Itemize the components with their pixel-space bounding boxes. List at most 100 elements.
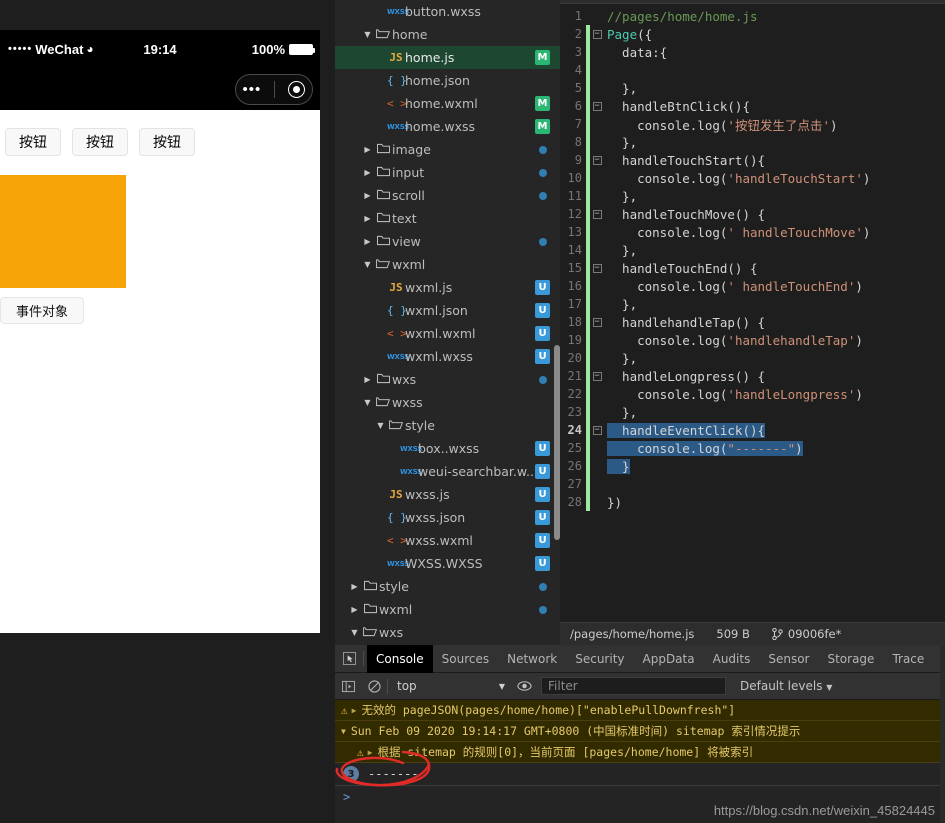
log-levels-select[interactable]: Default levels ▼ <box>740 679 832 693</box>
fold-toggle-icon[interactable]: − <box>590 425 604 435</box>
chevron-right-icon[interactable]: ▶ <box>361 375 374 384</box>
tab-sensor[interactable]: Sensor <box>759 645 818 673</box>
code-line[interactable]: 13 console.log(' handleTouchMove') <box>560 223 945 241</box>
ellipsis-icon[interactable]: ••• <box>243 82 262 97</box>
chevron-down-icon[interactable]: ▼ <box>361 30 374 39</box>
chevron-right-icon[interactable]: ▶ <box>361 145 374 154</box>
capsule-menu[interactable]: ••• <box>235 74 313 105</box>
expand-closed-icon[interactable]: ▶ <box>352 706 357 715</box>
tree-item-wxml-wxml[interactable]: < > wxml.wxml U <box>335 322 560 345</box>
tree-item-weui-searchbar-w-[interactable]: WXSS weui-searchbar.w... U <box>335 460 560 483</box>
chevron-down-icon[interactable]: ▼ <box>348 628 361 637</box>
tab-trace[interactable]: Trace <box>883 645 933 673</box>
code-line[interactable]: 1 //pages/home/home.js <box>560 7 945 25</box>
live-expression-icon[interactable] <box>511 680 537 692</box>
code-line[interactable]: 19 console.log('handlehandleTap') <box>560 331 945 349</box>
tab-appdata[interactable]: AppData <box>634 645 704 673</box>
chevron-right-icon[interactable]: ▶ <box>361 168 374 177</box>
console-warning-row[interactable]: ⚠ ▶ 根据 sitemap 的规则[0]，当前页面 [pages/home/hom… <box>335 742 945 763</box>
fold-toggle-icon[interactable]: − <box>590 155 604 165</box>
tree-item-input[interactable]: ▶ input <box>335 161 560 184</box>
fold-toggle-icon[interactable]: − <box>590 101 604 111</box>
tab-storage[interactable]: Storage <box>818 645 883 673</box>
chevron-down-icon[interactable]: ▼ <box>374 421 387 430</box>
chevron-right-icon[interactable]: ▶ <box>361 191 374 200</box>
code-line[interactable]: 28}) <box>560 493 945 511</box>
console-context-select[interactable]: top ▼ <box>391 679 511 693</box>
button-1[interactable]: 按钮 <box>5 128 61 156</box>
devtools-panel[interactable]: Console Sources Network Security AppData Audi… <box>335 644 945 823</box>
tab-console[interactable]: Console <box>367 644 433 673</box>
code-line[interactable]: 27 <box>560 475 945 493</box>
chevron-right-icon[interactable]: ▶ <box>361 214 374 223</box>
devtools-tab-bar[interactable]: Console Sources Network Security AppData Audi… <box>335 644 945 673</box>
tree-item-home[interactable]: ▼ home <box>335 23 560 46</box>
fold-toggle-icon[interactable]: − <box>590 317 604 327</box>
console-toolbar[interactable]: top ▼ Filter Default levels ▼ <box>335 673 945 700</box>
tree-item-box-wxss[interactable]: WXSS box..wxss U <box>335 437 560 460</box>
code-line[interactable]: 8 }, <box>560 133 945 151</box>
tree-item-home-js[interactable]: JS home.js M <box>335 46 560 69</box>
target-circle-icon[interactable] <box>288 81 306 98</box>
tree-item-text[interactable]: ▶ text <box>335 207 560 230</box>
code-line[interactable]: 16 console.log(' handleTouchEnd') <box>560 277 945 295</box>
fold-toggle-icon[interactable]: − <box>590 29 604 39</box>
console-sidebar-icon[interactable] <box>335 680 361 693</box>
fold-toggle-icon[interactable]: − <box>590 371 604 381</box>
tree-item-wxss-wxml[interactable]: < > wxss.wxml U <box>335 529 560 552</box>
tree-item-wxml[interactable]: ▶ wxml <box>335 598 560 621</box>
tree-item-wxss[interactable]: ▼ wxss <box>335 391 560 414</box>
code-line[interactable]: 17 }, <box>560 295 945 313</box>
code-line[interactable]: 14 }, <box>560 241 945 259</box>
console-output[interactable]: ⚠ ▶ 无效的 pageJSON(pages/home/home)["enableP… <box>335 700 945 808</box>
tree-item-wxss-json[interactable]: { } wxss.json U <box>335 506 560 529</box>
tree-item-home-wxml[interactable]: < > home.wxml M <box>335 92 560 115</box>
console-warning-row[interactable]: ▼ Sun Feb 09 2020 19:14:17 GMT+0800 (中国标准… <box>335 721 945 742</box>
code-line[interactable]: 11 }, <box>560 187 945 205</box>
orange-touch-box[interactable] <box>0 175 126 288</box>
chevron-down-icon[interactable]: ▼ <box>361 398 374 407</box>
code-line[interactable]: 9− handleTouchStart(){ <box>560 151 945 169</box>
git-branch-status[interactable]: 09006fe* <box>772 627 841 641</box>
tab-security[interactable]: Security <box>566 645 633 673</box>
chevron-right-icon[interactable]: ▶ <box>348 582 361 591</box>
tree-item-home-json[interactable]: { } home.json <box>335 69 560 92</box>
tree-item-home-wxss[interactable]: WXSS home.wxss M <box>335 115 560 138</box>
tree-item-button-wxss[interactable]: WXSS button.wxss <box>335 0 560 23</box>
tree-item-wxml[interactable]: ▼ wxml <box>335 253 560 276</box>
code-editor-panel[interactable]: 1//pages/home/home.js 2− Page({3 data:{4 5 … <box>560 0 945 622</box>
console-filter-input[interactable]: Filter <box>541 677 726 695</box>
tree-item-wxml-wxss[interactable]: WXSS wxml.wxss U <box>335 345 560 368</box>
file-explorer-panel[interactable]: WXSS button.wxss ▼ home JS home.js M{ } home.js… <box>335 0 560 645</box>
code-line[interactable]: 22 console.log('handleLongpress') <box>560 385 945 403</box>
code-line[interactable]: 5 }, <box>560 79 945 97</box>
tree-item-style[interactable]: ▶ style <box>335 575 560 598</box>
code-line[interactable]: 20 }, <box>560 349 945 367</box>
console-output-row[interactable]: 3 ------- <box>335 763 945 786</box>
expand-closed-icon[interactable]: ▶ <box>368 748 373 757</box>
code-line[interactable]: 2− Page({ <box>560 25 945 43</box>
tree-item-wxml-json[interactable]: { } wxml.json U <box>335 299 560 322</box>
tree-item-wxss-js[interactable]: JS wxss.js U <box>335 483 560 506</box>
code-line[interactable]: 26 } <box>560 457 945 475</box>
button-3[interactable]: 按钮 <box>139 128 195 156</box>
code-line[interactable]: 24− handleEventClick(){ <box>560 421 945 439</box>
code-line[interactable]: 18− handlehandleTap() { <box>560 313 945 331</box>
tab-network[interactable]: Network <box>498 645 566 673</box>
tree-item-style[interactable]: ▼ style <box>335 414 560 437</box>
code-line[interactable]: 15− handleTouchEnd() { <box>560 259 945 277</box>
chevron-right-icon[interactable]: ▶ <box>361 237 374 246</box>
code-line[interactable]: 25 console.log("-------") <box>560 439 945 457</box>
code-line[interactable]: 23 }, <box>560 403 945 421</box>
fold-toggle-icon[interactable]: − <box>590 263 604 273</box>
inspect-element-icon[interactable] <box>335 645 363 673</box>
code-line[interactable]: 7 console.log('按钮发生了点击') <box>560 115 945 133</box>
tree-item-wxss-wxss[interactable]: WXSS WXSS.WXSS U <box>335 552 560 575</box>
code-line[interactable]: 6− handleBtnClick(){ <box>560 97 945 115</box>
code-content[interactable]: 1//pages/home/home.js 2− Page({3 data:{4 5 … <box>560 4 945 511</box>
chevron-down-icon[interactable]: ▼ <box>361 260 374 269</box>
chevron-right-icon[interactable]: ▶ <box>348 605 361 614</box>
tree-item-wxs[interactable]: ▼ wxs <box>335 621 560 644</box>
clear-console-icon[interactable] <box>361 679 387 693</box>
tree-item-scroll[interactable]: ▶ scroll <box>335 184 560 207</box>
